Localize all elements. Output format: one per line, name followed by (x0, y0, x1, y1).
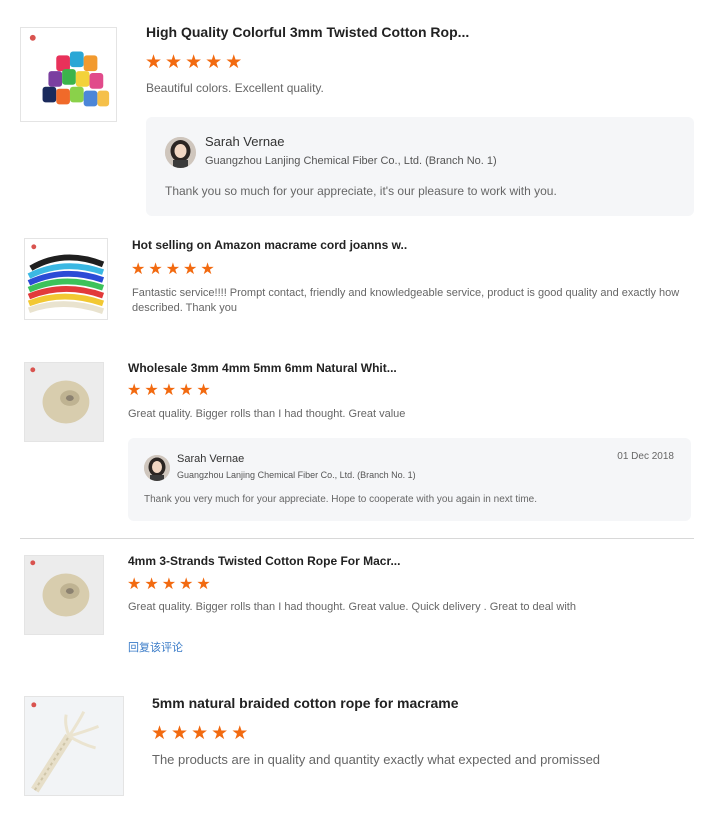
star-icon: ★ (183, 261, 198, 278)
reply-text: Thank you very much for your appreciate.… (144, 494, 537, 505)
star-icon: ★ (144, 576, 159, 593)
natural-white-rope-spool-image (25, 363, 103, 441)
product-thumbnail[interactable] (24, 696, 124, 796)
product-title[interactable]: 4mm 3-Strands Twisted Cotton Rope For Ma… (128, 554, 400, 568)
reply-company: Guangzhou Lanjing Chemical Fiber Co., Lt… (205, 155, 497, 167)
star-icon: ★ (131, 261, 146, 278)
star-icon: ★ (225, 52, 243, 73)
product-thumbnail[interactable] (24, 555, 104, 635)
seller-reply: Sarah Vernae Guangzhou Lanjing Chemical … (146, 117, 694, 216)
star-rating: ★ ★ ★ ★ ★ (145, 53, 242, 72)
star-icon: ★ (200, 261, 215, 278)
star-icon: ★ (151, 723, 169, 744)
reply-author-name: Sarah Vernae (177, 453, 245, 465)
star-icon: ★ (196, 382, 211, 399)
product-title[interactable]: High Quality Colorful 3mm Twisted Cotton… (146, 24, 469, 40)
star-rating: ★ ★ ★ ★ ★ (131, 262, 215, 278)
star-icon: ★ (211, 723, 229, 744)
review-comment: Great quality. Bigger rolls than I had t… (128, 601, 576, 613)
star-icon: ★ (171, 723, 189, 744)
braided-cotton-rope-image (25, 697, 123, 795)
review-card: 4mm 3-Strands Twisted Cotton Rope For Ma… (0, 539, 704, 669)
star-icon: ★ (127, 382, 142, 399)
review-card: Wholesale 3mm 4mm 5mm 6mm Natural Whit..… (0, 345, 704, 535)
review-card: High Quality Colorful 3mm Twisted Cotton… (0, 0, 704, 225)
star-icon: ★ (165, 261, 181, 278)
star-rating: ★ ★ ★ ★ ★ (151, 724, 248, 743)
star-rating: ★ ★ ★ ★ ★ (127, 383, 211, 399)
reply-author-name: Sarah Vernae (205, 134, 285, 149)
reply-date: 01 Dec 2018 (617, 451, 674, 462)
avatar (165, 137, 196, 168)
review-comment: Great quality. Bigger rolls than I had t… (128, 408, 406, 420)
product-thumbnail[interactable] (24, 238, 108, 320)
product-thumbnail[interactable] (24, 362, 104, 442)
star-icon: ★ (179, 382, 194, 399)
product-title[interactable]: Wholesale 3mm 4mm 5mm 6mm Natural Whit..… (128, 361, 397, 375)
review-comment: Beautiful colors. Excellent quality. (146, 81, 324, 95)
star-icon: ★ (161, 382, 177, 399)
star-icon: ★ (191, 723, 209, 744)
star-icon: ★ (179, 576, 194, 593)
star-icon: ★ (185, 52, 203, 73)
star-icon: ★ (145, 52, 163, 73)
reply-to-review-link[interactable]: 回复该评论 (128, 639, 183, 655)
seller-reply: Sarah Vernae 01 Dec 2018 Guangzhou Lanji… (128, 438, 691, 521)
star-icon: ★ (144, 382, 159, 399)
twisted-macrame-cord-image (25, 239, 107, 319)
star-icon: ★ (231, 723, 249, 744)
star-icon: ★ (196, 576, 211, 593)
star-icon: ★ (161, 576, 177, 593)
review-card: Hot selling on Amazon macrame cord joann… (0, 225, 704, 345)
reply-text: Thank you so much for your appreciate, i… (165, 184, 557, 198)
product-title[interactable]: Hot selling on Amazon macrame cord joann… (132, 238, 407, 252)
twisted-cotton-rope-spool-image (25, 556, 103, 634)
review-comment: The products are in quality and quantity… (152, 752, 601, 767)
review-comment: Fantastic service!!!! Prompt contact, fr… (132, 287, 680, 314)
star-icon: ★ (148, 261, 163, 278)
reply-company: Guangzhou Lanjing Chemical Fiber Co., Lt… (177, 470, 416, 480)
colorful-rope-spools-image (21, 28, 116, 121)
avatar (144, 455, 170, 481)
star-icon: ★ (127, 576, 142, 593)
product-title[interactable]: 5mm natural braided cotton rope for macr… (152, 695, 459, 711)
star-rating: ★ ★ ★ ★ ★ (127, 577, 211, 593)
star-icon: ★ (165, 52, 183, 73)
product-thumbnail[interactable] (20, 27, 117, 122)
star-icon: ★ (205, 52, 223, 73)
review-card: 5mm natural braided cotton rope for macr… (0, 680, 704, 817)
